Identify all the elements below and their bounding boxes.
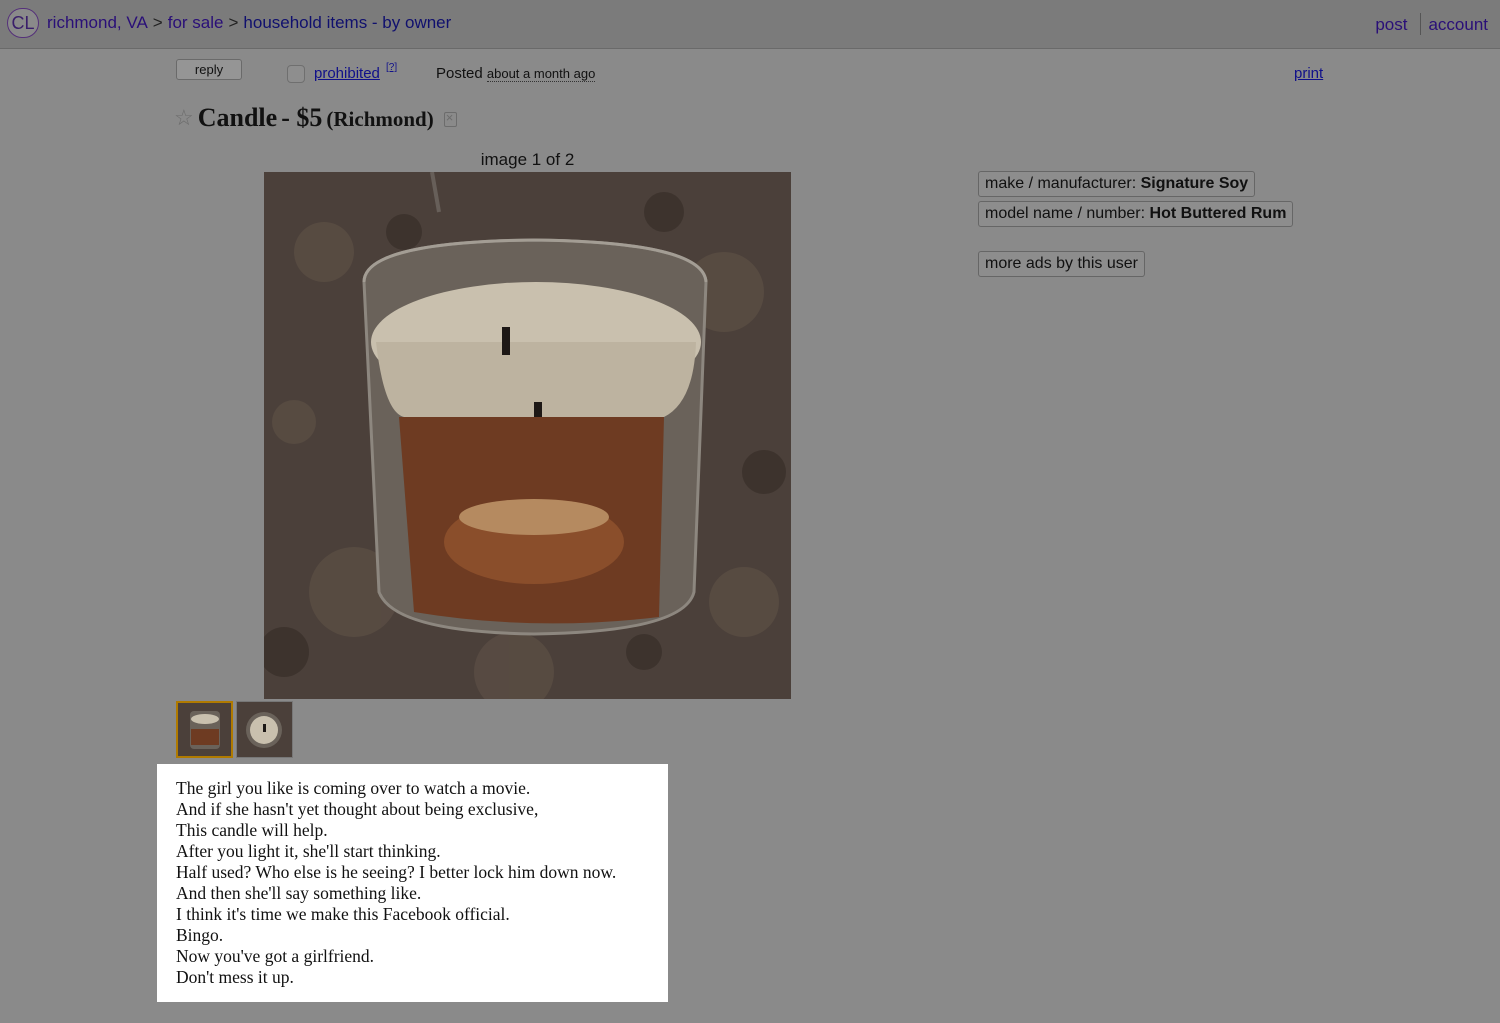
thumbnail-candle-top [237, 702, 292, 757]
reply-button[interactable]: reply [176, 59, 242, 80]
body-line: The girl you like is coming over to watc… [176, 778, 531, 798]
breadcrumb: richmond, VA > for sale > household items - … [47, 13, 451, 33]
craigslist-logo[interactable]: CL [7, 8, 39, 38]
breadcrumb-city[interactable]: richmond, VA [47, 13, 148, 32]
breadcrumb-subcategory[interactable]: household items - by owner [243, 13, 451, 32]
attribute-value: Hot Buttered Rum [1149, 205, 1287, 222]
thumbnail[interactable] [236, 701, 293, 758]
attribute-label: make / manufacturer: [985, 175, 1137, 192]
hide-icon[interactable] [443, 110, 457, 127]
attribute-model: model name / number: Hot Buttered Rum [978, 201, 1294, 227]
body-line: Bingo. [176, 925, 224, 945]
flag-checkbox[interactable] [287, 65, 305, 83]
candle-photo [264, 172, 791, 699]
header-bar: CL richmond, VA > for sale > household items… [0, 0, 1500, 49]
thumbnail-candle-front [178, 703, 231, 756]
help-link[interactable]: [?] [386, 62, 397, 73]
body-line: Half used? Who else is he seeing? I bett… [176, 862, 617, 882]
image-counter: image 1 of 2 [480, 150, 575, 169]
thumbnail[interactable] [176, 701, 233, 758]
body-line: Now you've got a girlfriend. [176, 946, 375, 966]
attribute-make: make / manufacturer: Signature Soy [978, 171, 1256, 197]
breadcrumb-separator: > [228, 13, 239, 32]
user-links-divider [1420, 13, 1422, 35]
account-link[interactable]: account [1428, 15, 1488, 34]
attribute-value: Signature Soy [1140, 175, 1249, 192]
posting-title: ☆ Candle - $5 (Richmond) [174, 103, 457, 133]
print-link[interactable]: print [1294, 65, 1323, 82]
attribute-label: model name / number: [985, 205, 1146, 222]
body-line: This candle will help. [176, 820, 328, 840]
posted-label: Posted [436, 65, 483, 82]
main-image[interactable] [264, 172, 791, 699]
post-link[interactable]: post [1375, 15, 1407, 34]
user-links: post account [1375, 13, 1488, 35]
star-icon[interactable]: ☆ [174, 105, 194, 130]
breadcrumb-separator: > [152, 13, 163, 32]
prohibited-link[interactable]: prohibited [314, 65, 380, 82]
body-line: And then she'll say something like. [176, 883, 422, 903]
posted-when: about a month ago [486, 66, 596, 82]
posting-body: The girl you like is coming over to watc… [157, 764, 668, 1002]
post-price: - $5 [281, 103, 323, 132]
posted-date: Posted about a month ago [436, 65, 596, 82]
more-ads-button[interactable]: more ads by this user [978, 251, 1145, 277]
breadcrumb-category[interactable]: for sale [168, 13, 224, 32]
body-line: After you light it, she'll start thinkin… [176, 841, 441, 861]
body-line: And if she hasn't yet thought about bein… [176, 799, 539, 819]
post-location: (Richmond) [326, 107, 434, 131]
body-line: I think it's time we make this Facebook … [176, 904, 510, 924]
post-title: Candle [197, 103, 278, 132]
body-line: Don't mess it up. [176, 967, 294, 987]
